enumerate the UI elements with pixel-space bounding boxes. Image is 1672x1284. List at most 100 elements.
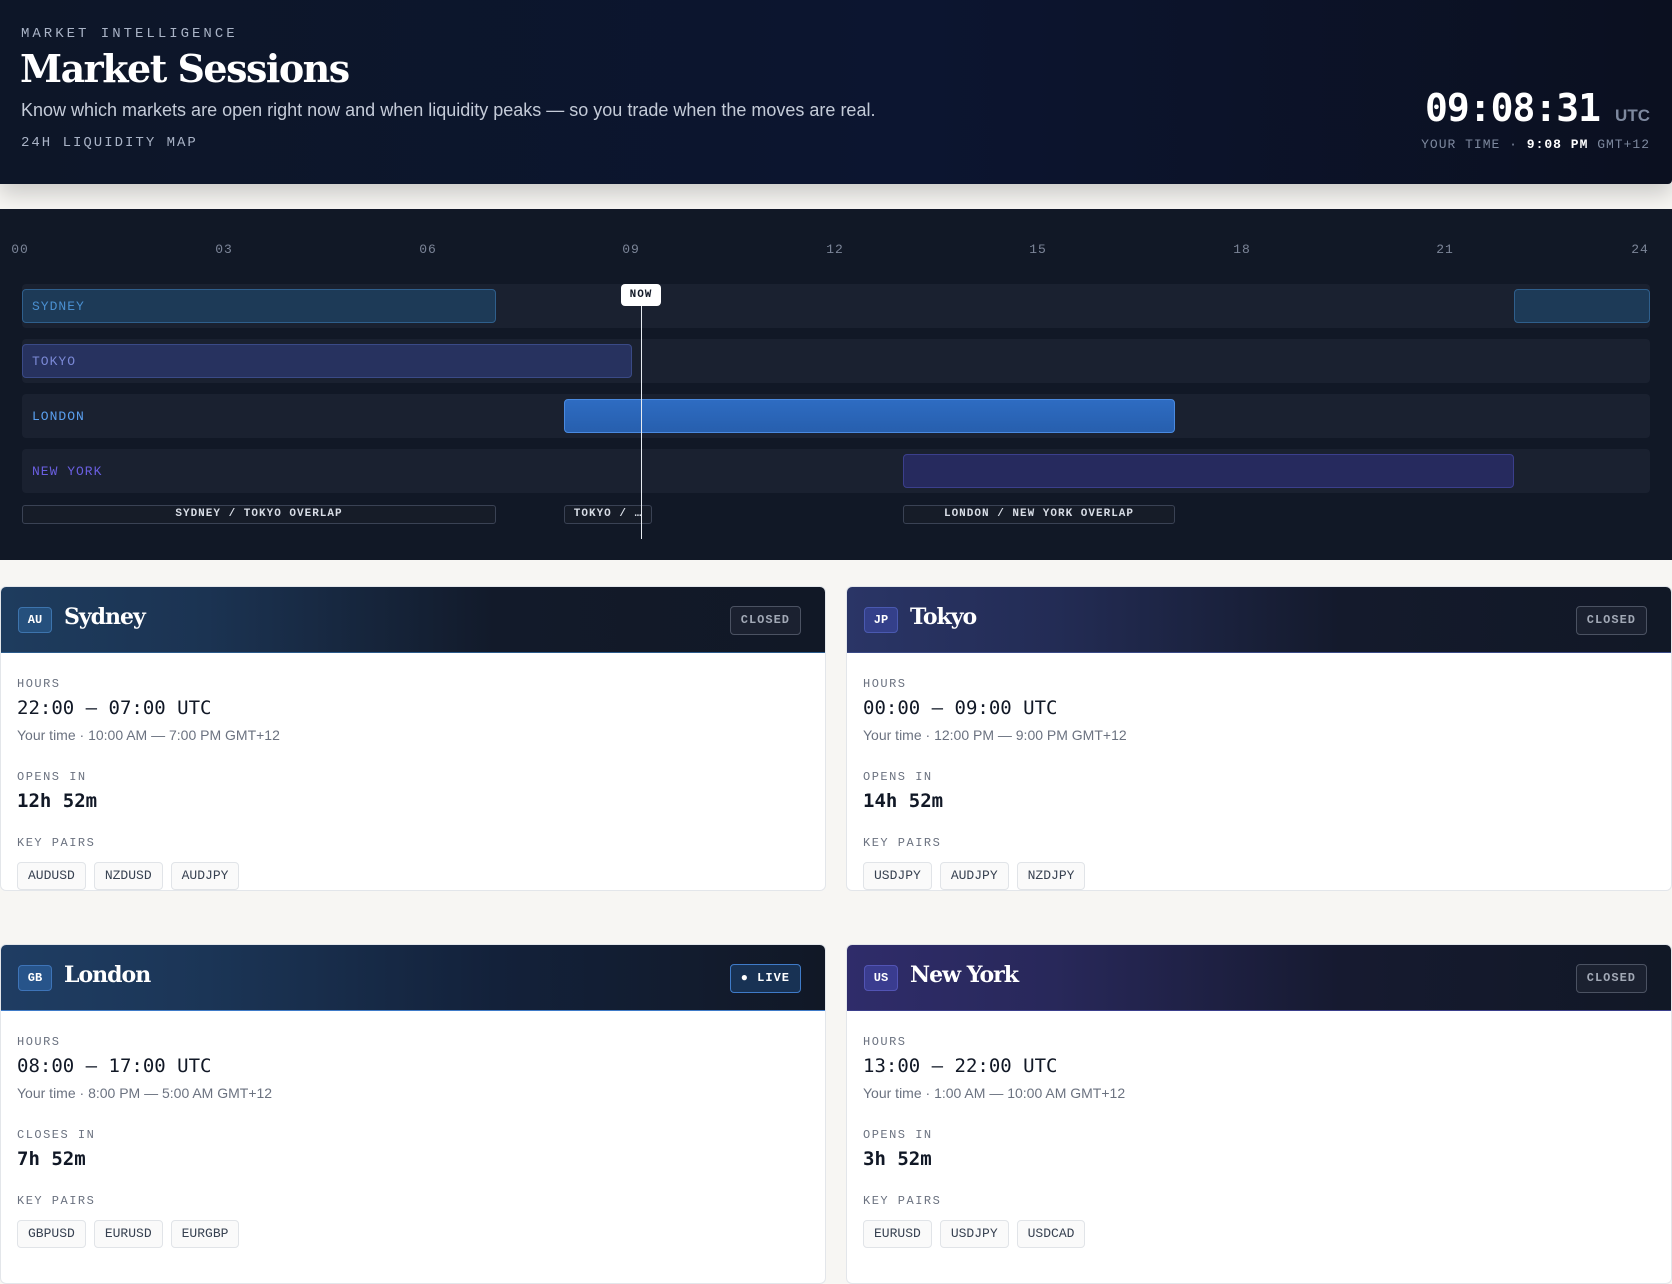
session-card-new-york: US New York CLOSED HOURS 13:00 — 22:00 U… (846, 944, 1672, 1284)
country-code-badge: AU (18, 607, 52, 633)
card-body: HOURS 00:00 — 09:00 UTC Your time · 12:0… (847, 653, 1671, 890)
status-badge: CLOSED (729, 606, 801, 635)
liquidity-map-label: 24H LIQUIDITY MAP (21, 135, 198, 151)
session-hours: 13:00 — 22:00 UTC (863, 1055, 1058, 1077)
utc-clock: 09:08:31 (1424, 86, 1601, 130)
countdown-label: OPENS IN (863, 770, 933, 784)
session-hours: 00:00 — 09:00 UTC (863, 697, 1058, 719)
countdown-label: CLOSES IN (17, 1128, 96, 1142)
track-label-london: LONDON (32, 409, 85, 424)
countdown-value: 3h 52m (863, 1148, 932, 1170)
track-label-new-york: NEW YORK (32, 464, 103, 479)
tick-label: 24 (1631, 242, 1649, 257)
card-body: HOURS 13:00 — 22:00 UTC Your time · 1:00… (847, 1011, 1671, 1248)
your-time-label: YOUR TIME · (1421, 137, 1518, 152)
tick-label: 15 (1029, 242, 1047, 257)
session-bar-tokyo[interactable] (22, 344, 632, 378)
key-pairs-label: KEY PAIRS (863, 836, 942, 850)
hours-label: HOURS (17, 1035, 61, 1049)
session-card-tokyo: JP Tokyo CLOSED HOURS 00:00 — 09:00 UTC … (846, 586, 1672, 891)
pair-chip[interactable]: NZDUSD (93, 862, 163, 890)
pair-chip[interactable]: AUDJPY (939, 862, 1009, 890)
eyebrow-label: MARKET INTELLIGENCE (21, 26, 238, 42)
now-indicator-line (641, 305, 642, 539)
tick-label: 18 (1233, 242, 1251, 257)
local-hours: Your time · 1:00 AM — 10:00 AM GMT+12 (863, 1085, 1126, 1101)
session-bar-sydney[interactable] (22, 289, 496, 323)
pair-chip[interactable]: AUDJPY (170, 862, 240, 890)
page-title: Market Sessions (20, 46, 350, 91)
pair-chip[interactable]: USDCAD (1016, 1220, 1086, 1248)
pair-chip[interactable]: GBPUSD (17, 1220, 86, 1248)
track-london: LONDON (22, 394, 1650, 438)
key-pairs: AUDUSD NZDUSD AUDJPY (17, 862, 809, 890)
track-sydney: SYDNEY (22, 284, 1650, 328)
pair-chip[interactable]: EURGBP (170, 1220, 240, 1248)
session-card-sydney: AU Sydney CLOSED HOURS 22:00 — 07:00 UTC… (0, 586, 826, 891)
pair-chip[interactable]: USDJPY (863, 862, 932, 890)
key-pairs: GBPUSD EURUSD EURGBP (17, 1220, 809, 1248)
countdown-label: OPENS IN (863, 1128, 933, 1142)
overlap-london-new-york[interactable]: LONDON / NEW YORK OVERLAP (903, 505, 1175, 524)
city-name: London (64, 962, 151, 988)
status-badge: CLOSED (1575, 964, 1647, 993)
hours-label: HOURS (17, 677, 61, 691)
your-time-value: 9:08 PM (1526, 137, 1589, 152)
countdown-value: 14h 52m (863, 790, 944, 812)
local-hours: Your time · 12:00 PM — 9:00 PM GMT+12 (863, 727, 1127, 743)
pair-chip[interactable]: EURUSD (93, 1220, 163, 1248)
card-body: HOURS 08:00 — 17:00 UTC Your time · 8:00… (1, 1011, 825, 1248)
key-pairs-label: KEY PAIRS (17, 1194, 96, 1208)
track-new-york: NEW YORK (22, 449, 1650, 493)
countdown-value: 12h 52m (17, 790, 98, 812)
countdown-label: OPENS IN (17, 770, 87, 784)
page-subtitle: Know which markets are open right now an… (21, 100, 876, 120)
session-bar-new-york[interactable] (903, 454, 1514, 488)
liquidity-timeline: 00 03 06 09 12 15 18 21 24 SYDNEY TOKYO … (0, 209, 1672, 560)
key-pairs: USDJPY AUDJPY NZDJPY (863, 862, 1655, 890)
status-badge: CLOSED (1575, 606, 1647, 635)
session-card-london: GB London ● LIVE HOURS 08:00 — 17:00 UTC… (0, 944, 826, 1284)
status-badge: ● LIVE (729, 964, 801, 993)
session-hours: 22:00 — 07:00 UTC (17, 697, 212, 719)
tick-label: 03 (215, 242, 233, 257)
pair-chip[interactable]: NZDJPY (1016, 862, 1086, 890)
overlap-tokyo-london[interactable]: TOKYO / … (564, 505, 652, 524)
card-body: HOURS 22:00 — 07:00 UTC Your time · 10:0… (1, 653, 825, 890)
card-header: US New York CLOSED (847, 945, 1671, 1011)
your-time-readout: YOUR TIME · 9:08 PM GMT+12 (1421, 137, 1650, 152)
tick-label: 00 (11, 242, 29, 257)
session-bar-sydney-evening[interactable] (1514, 289, 1650, 323)
card-header: GB London ● LIVE (1, 945, 825, 1011)
country-code-badge: US (864, 965, 898, 991)
overlap-sydney-tokyo[interactable]: SYDNEY / TOKYO OVERLAP (22, 505, 496, 524)
card-header: JP Tokyo CLOSED (847, 587, 1671, 653)
track-label-sydney: SYDNEY (32, 299, 85, 314)
session-hours: 08:00 — 17:00 UTC (17, 1055, 212, 1077)
card-header: AU Sydney CLOSED (1, 587, 825, 653)
tick-label: 06 (419, 242, 437, 257)
your-time-zone: GMT+12 (1597, 137, 1650, 152)
local-hours: Your time · 8:00 PM — 5:00 AM GMT+12 (17, 1085, 273, 1101)
now-badge: NOW (621, 284, 661, 306)
key-pairs-label: KEY PAIRS (863, 1194, 942, 1208)
pair-chip[interactable]: EURUSD (863, 1220, 932, 1248)
page-header: MARKET INTELLIGENCE Market Sessions Know… (0, 0, 1672, 184)
key-pairs: EURUSD USDJPY USDCAD (863, 1220, 1655, 1248)
city-name: Tokyo (910, 604, 977, 630)
clock-zone-label: UTC (1615, 106, 1650, 125)
country-code-badge: JP (864, 607, 898, 633)
track-label-tokyo: TOKYO (32, 354, 77, 369)
pair-chip[interactable]: AUDUSD (17, 862, 86, 890)
session-bar-london[interactable] (564, 399, 1175, 433)
city-name: New York (910, 962, 1019, 988)
local-hours: Your time · 10:00 AM — 7:00 PM GMT+12 (17, 727, 280, 743)
tick-label: 12 (826, 242, 844, 257)
city-name: Sydney (64, 604, 146, 630)
tick-label: 21 (1436, 242, 1454, 257)
hours-label: HOURS (863, 677, 907, 691)
key-pairs-label: KEY PAIRS (17, 836, 96, 850)
country-code-badge: GB (18, 965, 52, 991)
pair-chip[interactable]: USDJPY (939, 1220, 1009, 1248)
track-tokyo: TOKYO (22, 339, 1650, 383)
